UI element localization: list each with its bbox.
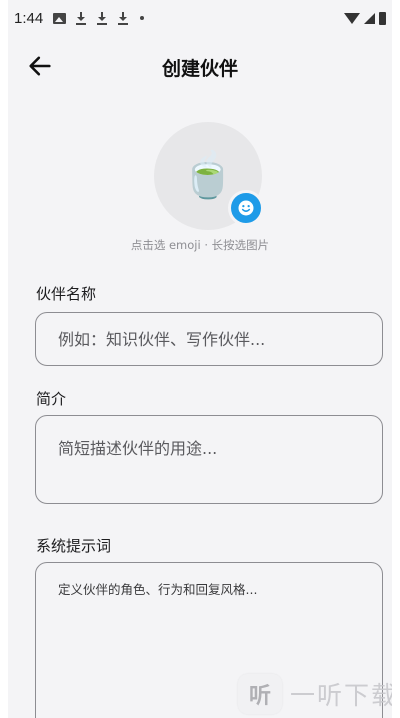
avatar-hint: 点击选 emoji · 长按选图片 — [130, 238, 270, 252]
system-prompt-label: 系统提示词 — [36, 537, 112, 555]
download-icon — [96, 11, 108, 25]
avatar-emoji: 🍵 — [180, 150, 236, 201]
download-icon — [117, 11, 129, 25]
watermark-logo: 听 — [238, 674, 282, 714]
name-input[interactable] — [35, 312, 383, 366]
avatar-picker: 🍵 — [154, 122, 264, 230]
app-bar: 创建伙伴 — [0, 44, 400, 88]
signal-icon — [364, 12, 375, 24]
image-icon — [53, 12, 67, 24]
system-icons — [344, 11, 386, 25]
wifi-icon — [344, 12, 360, 24]
dot-icon — [140, 16, 145, 20]
watermark: 听 一听下载 — [238, 674, 398, 714]
description-input[interactable] — [35, 415, 383, 504]
download-icon — [75, 11, 87, 25]
emoji-picker-button[interactable] — [228, 190, 264, 226]
emoji-smile-icon — [238, 200, 254, 216]
status-time: 1:44 — [14, 9, 44, 27]
description-label: 简介 — [36, 390, 67, 408]
name-label: 伙伴名称 — [36, 285, 97, 303]
watermark-text: 一听下载 — [290, 681, 399, 710]
notification-icons — [53, 11, 145, 25]
page-title: 创建伙伴 — [161, 58, 238, 80]
battery-icon — [379, 11, 386, 25]
status-bar: 1:44 — [0, 0, 400, 36]
